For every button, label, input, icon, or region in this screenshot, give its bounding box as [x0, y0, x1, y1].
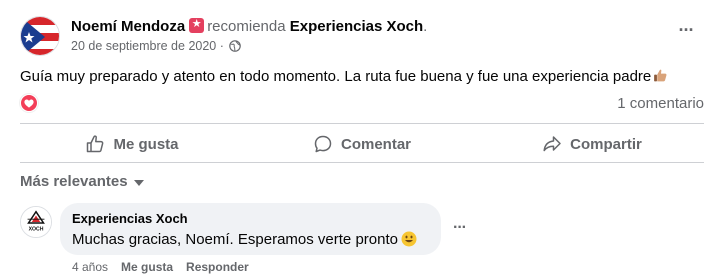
like-button[interactable]: Me gusta	[20, 128, 244, 160]
comment-author[interactable]: Experiencias Xoch	[72, 211, 429, 227]
post-meta: 20 de septiembre de 2020 ·	[71, 38, 242, 54]
like-label: Me gusta	[113, 135, 179, 153]
author-name[interactable]: Noemí Mendoza	[71, 18, 185, 35]
comment-bubble: Experiencias Xoch Muchas gracias, Noemí.…	[60, 203, 441, 255]
smile-emoji-icon	[401, 231, 417, 247]
like-icon	[87, 135, 104, 153]
post-header: Noemí Mendoza recomienda Experiencias Xoc…	[71, 17, 427, 37]
xoch-logo-avatar: XOCH	[21, 207, 51, 237]
post-text: Guía muy preparado y atento en todo mome…	[20, 68, 652, 85]
divider-top	[20, 123, 704, 124]
divider-bottom	[20, 162, 704, 163]
comment-count[interactable]: 1 comentario	[617, 94, 704, 114]
sort-label: Más relevantes	[20, 173, 128, 190]
page-name-link[interactable]: Experiencias Xoch	[290, 18, 423, 35]
comment-icon	[314, 135, 332, 153]
more-options-icon[interactable]: ···	[674, 21, 698, 46]
post-card: Noemí Mendoza recomienda Experiencias Xoc…	[0, 0, 717, 280]
avatar-logo-text: XOCH	[29, 226, 44, 232]
comment-like-button[interactable]: Me gusta	[121, 259, 173, 275]
share-label: Compartir	[570, 135, 642, 153]
comment-reply-button[interactable]: Responder	[186, 259, 249, 275]
caret-down-icon	[133, 179, 144, 186]
love-reaction-icon[interactable]	[20, 94, 38, 112]
commenter-avatar[interactable]: XOCH	[20, 206, 52, 238]
comment-text: Muchas gracias, Noemí. Esperamos verte p…	[72, 231, 398, 248]
share-button[interactable]: Compartir	[480, 128, 704, 160]
share-icon	[543, 136, 561, 152]
comment-label: Comentar	[340, 135, 411, 153]
meta-separator: ·	[219, 39, 224, 53]
flag-avatar-image	[21, 17, 59, 55]
comment-more-icon[interactable]: ···	[453, 220, 467, 236]
comment-body: Muchas gracias, Noemí. Esperamos verte p…	[72, 230, 429, 250]
comment-meta: 4 años Me gusta Responder	[72, 259, 249, 275]
recommend-icon	[189, 17, 205, 33]
recommends-label: recomienda	[207, 18, 286, 35]
header-period: .	[423, 18, 428, 35]
post-date[interactable]: 20 de septiembre de 2020	[71, 39, 216, 53]
post-body: Guía muy preparado y atento en todo mome…	[20, 67, 668, 87]
author-avatar[interactable]	[20, 16, 60, 56]
comment-button[interactable]: Comentar	[250, 128, 474, 160]
comment-sort-dropdown[interactable]: Más relevantes	[20, 172, 144, 192]
comment-time[interactable]: 4 años	[72, 259, 108, 275]
thumbs-up-emoji-icon	[654, 69, 667, 82]
heart-icon	[24, 99, 34, 108]
globe-icon[interactable]	[229, 40, 242, 52]
